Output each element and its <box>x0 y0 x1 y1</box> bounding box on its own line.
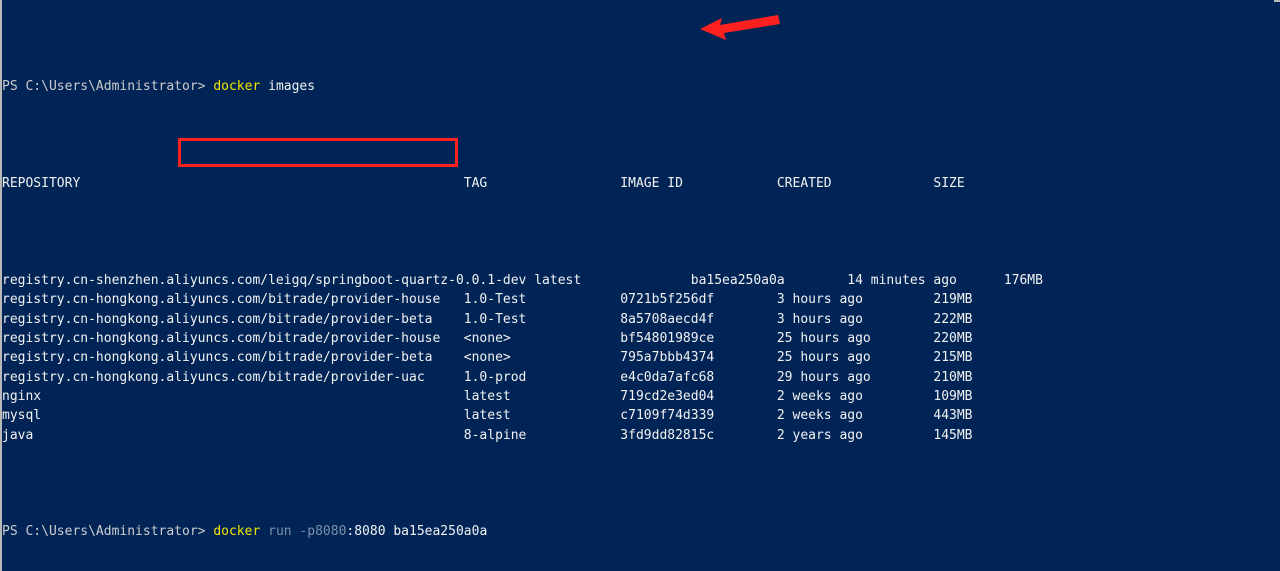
images-table-row: mysql latest c7109f74d339 2 weeks ago 44… <box>2 408 973 424</box>
command-arg-port-image: :8080 ba15ea250a0a <box>346 524 488 540</box>
command-name-docker: docker <box>213 79 261 95</box>
command-args-images: images <box>260 79 316 95</box>
prompt-prefix: PS C:\Users\Administrator> <box>2 79 214 95</box>
prompt-prefix-2: PS C:\Users\Administrator> <box>2 524 214 540</box>
images-table-row: registry.cn-hongkong.aliyuncs.com/bitrad… <box>2 330 973 346</box>
images-table-row: registry.cn-hongkong.aliyuncs.com/bitrad… <box>2 311 973 327</box>
images-table-row: registry.cn-hongkong.aliyuncs.com/bitrad… <box>2 369 973 385</box>
images-table-body: registry.cn-shenzhen.aliyuncs.com/leigq/… <box>2 271 1280 445</box>
images-table-row: registry.cn-hongkong.aliyuncs.com/bitrad… <box>2 350 973 366</box>
command-line-docker-run[interactable]: PS C:\Users\Administrator> docker run -p… <box>2 522 1280 541</box>
terminal-screen: PS C:\Users\Administrator> docker images… <box>2 0 1280 571</box>
window-left-edge <box>0 0 2 571</box>
images-table-row: nginx latest 719cd2e3ed04 2 weeks ago 10… <box>2 388 973 404</box>
command-line-docker-images[interactable]: PS C:\Users\Administrator> docker images <box>2 77 1280 96</box>
images-table-header: REPOSITORY TAG IMAGE ID CREATED SIZE <box>2 176 965 192</box>
images-table-row: registry.cn-hongkong.aliyuncs.com/bitrad… <box>2 292 973 308</box>
images-table-row: registry.cn-shenzhen.aliyuncs.com/leigq/… <box>2 272 1043 288</box>
command-name-docker-2: docker <box>213 524 261 540</box>
command-arg-port-flag: run -p8080 <box>260 524 347 540</box>
window-top-right-edge <box>1274 0 1280 2</box>
powershell-terminal[interactable]: PS C:\Users\Administrator> docker images… <box>0 0 1280 571</box>
images-table-row: java 8-alpine 3fd9dd82815c 2 years ago 1… <box>2 427 973 443</box>
